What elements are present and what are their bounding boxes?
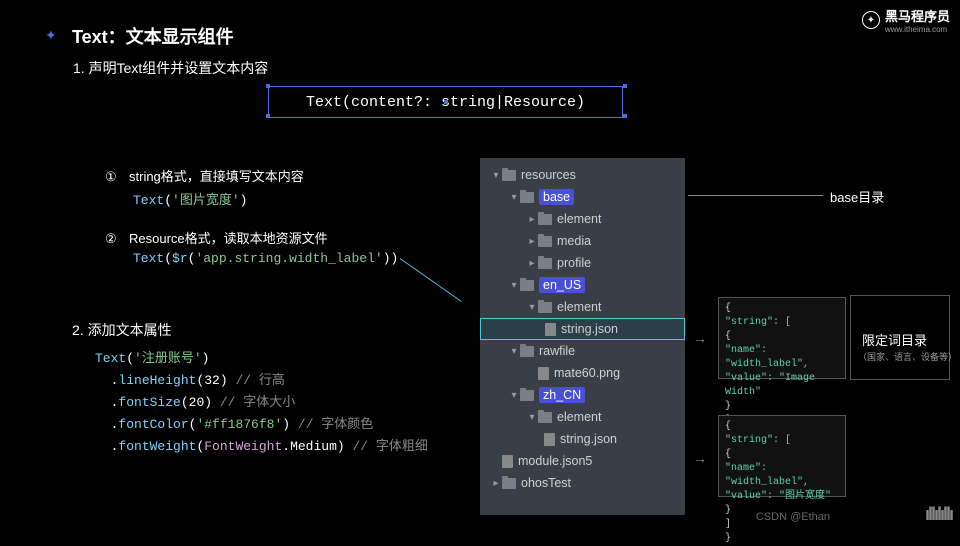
item-1-num: ① [105,169,121,185]
sig-params: (content?: string|Resource) [342,94,585,111]
section-1-heading: 1. 声明Text组件并设置文本内容 [73,58,268,78]
json-preview-en: { "string": [ { "name": "width_label", "… [718,297,846,379]
label-qualifier: 限定词目录 [862,330,927,349]
logo-icon: ✦ [862,11,880,29]
item-2: ② Resource格式，读取本地资源文件 Text($r('app.string… [105,228,398,266]
tree-mate60[interactable]: mate60.png [480,362,685,384]
logo-text: 黑马程序员 [885,6,950,25]
tree-profile[interactable]: profile [480,252,685,274]
tree-string-json-2[interactable]: string.json [480,428,685,450]
arrow-icon-2: → [693,450,707,466]
label-qualifier-sub: （国家、语言、设备等） [858,350,957,363]
item-2-num: ② [105,231,121,247]
bilibili-watermark: ıllılıllı [925,504,952,525]
section-2-heading: 2. 添加文本属性 [72,320,172,340]
connector-base [688,195,823,196]
item-1-code: Text('图片宽度') [133,189,304,208]
sig-fn: Text [306,94,342,111]
brand-logo: ✦ 黑马程序员 www.itheima.com [862,6,950,34]
tree-rawfile[interactable]: rawfile [480,340,685,362]
item-2-desc: Resource格式，读取本地资源文件 [129,231,328,246]
bullet-icon: ✦ [45,27,57,44]
item-1-desc: string格式，直接填写文本内容 [129,169,304,184]
tree-element-2[interactable]: element [480,296,685,318]
label-base-dir: base目录 [830,187,884,206]
arrow-icon-1: → [693,330,707,346]
tree-zh-cn[interactable]: zh_CN [480,384,685,406]
json-preview-zh: { "string": [ { "name": "width_label", "… [718,415,846,497]
tree-element-3[interactable]: element [480,406,685,428]
tree-en-us[interactable]: en_US [480,274,685,296]
tree-media[interactable]: media [480,230,685,252]
tree-string-json-1[interactable]: string.json [480,318,685,340]
logo-url: www.itheima.com [885,25,950,34]
tree-resources[interactable]: resources [480,164,685,186]
tree-element-1[interactable]: element [480,208,685,230]
file-tree: resources base element media profile en_… [480,158,685,515]
page-title: Text：文本显示组件 [72,23,234,49]
signature-box: Text(content?: string|Resource) [268,86,623,118]
item-2-code: Text($r('app.string.width_label')) [133,251,398,266]
tree-ohos[interactable]: ohosTest [480,472,685,494]
item-1: ① string格式，直接填写文本内容 Text('图片宽度') [105,166,304,208]
tree-module[interactable]: module.json5 [480,450,685,472]
csdn-watermark: CSDN @Ethan [756,511,830,523]
connector-line [400,258,462,302]
tree-base[interactable]: base [480,186,685,208]
code-block-2: Text('注册账号') .lineHeight(32) // 行高 .font… [95,348,428,458]
